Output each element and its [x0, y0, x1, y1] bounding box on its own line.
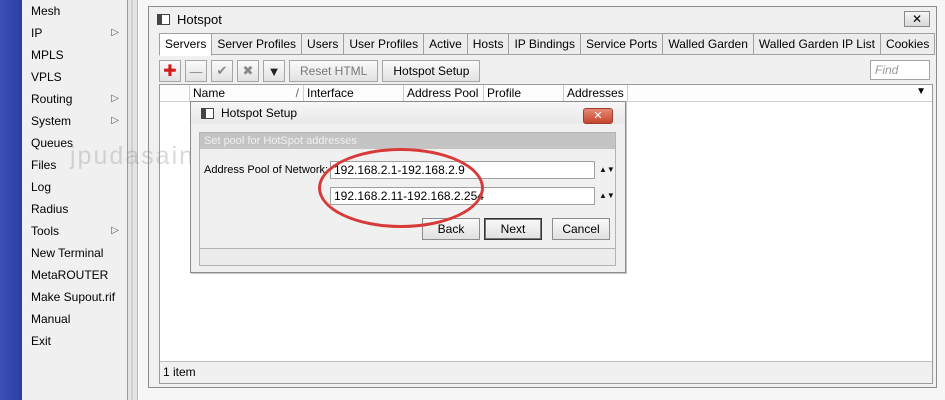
column-header-name[interactable]: Name /: [190, 85, 304, 101]
filter-icon[interactable]: ▼: [263, 60, 285, 82]
sidebar-item-ip[interactable]: IP ▷: [22, 22, 127, 44]
annotation-circle: [318, 148, 484, 228]
address-pool-label: Address Pool of Network:: [204, 164, 329, 176]
column-header-profile[interactable]: Profile: [484, 85, 564, 101]
remove-icon[interactable]: —: [185, 60, 207, 82]
sort-icon: /: [295, 86, 299, 100]
dialog-titlebar[interactable]: Hotspot Setup: [191, 102, 625, 124]
sidebar-item-radius[interactable]: Radius: [22, 198, 127, 220]
tab-bar: Servers Server Profiles Users User Profi…: [159, 33, 936, 56]
sidebar-item-new-terminal[interactable]: New Terminal: [22, 242, 127, 264]
tab-users[interactable]: Users: [302, 33, 345, 55]
tab-ip-bindings[interactable]: IP Bindings: [509, 33, 581, 55]
tab-servers[interactable]: Servers: [159, 33, 213, 56]
tab-walled-garden-ip-list[interactable]: Walled Garden IP List: [753, 33, 881, 55]
tab-active[interactable]: Active: [424, 33, 468, 55]
cancel-button[interactable]: Cancel: [552, 218, 610, 240]
sidebar-item-tools[interactable]: Tools ▷: [22, 220, 127, 242]
dialog-status-bar: [199, 248, 616, 266]
submenu-arrow-icon: ▷: [111, 225, 119, 236]
submenu-arrow-icon: ▷: [111, 115, 119, 126]
submenu-arrow-icon: ▷: [111, 27, 119, 38]
reset-html-button[interactable]: Reset HTML: [289, 60, 379, 82]
sidebar-item-exit[interactable]: Exit: [22, 330, 127, 352]
sidebar-menu: Mesh IP ▷ MPLS VPLS Routing ▷ System ▷ Queu…: [22, 0, 128, 400]
sidebar-splitter[interactable]: [128, 0, 138, 400]
sidebar-item-routing[interactable]: Routing ▷: [22, 88, 127, 110]
status-bar: 1 item: [160, 361, 932, 383]
submenu-arrow-icon: ▷: [111, 93, 119, 104]
column-header-addresses[interactable]: Addresses ...: [564, 85, 628, 101]
chevron-down-icon[interactable]: ▼: [916, 86, 926, 97]
add-icon[interactable]: ✚: [159, 60, 181, 82]
sidebar-item-make-supout[interactable]: Make Supout.rif: [22, 286, 127, 308]
table-header: Name / Interface Address Pool Profile Ad…: [160, 85, 932, 102]
sidebar-accent-strip: [0, 0, 22, 400]
sidebar-item-mesh[interactable]: Mesh: [22, 0, 127, 22]
close-icon[interactable]: ✕: [583, 108, 613, 124]
next-button[interactable]: Next: [484, 218, 542, 240]
tab-hosts[interactable]: Hosts: [467, 33, 510, 55]
sidebar-item-log[interactable]: Log: [22, 176, 127, 198]
dialog-title: Hotspot Setup: [221, 106, 298, 120]
row-marker-header: [160, 85, 190, 101]
sidebar-item-manual[interactable]: Manual: [22, 308, 127, 330]
close-icon[interactable]: ✕: [904, 11, 930, 27]
window-icon: [157, 13, 170, 25]
column-header-interface[interactable]: Interface: [304, 85, 404, 101]
spin-updown-icon[interactable]: ▲▼: [599, 166, 615, 174]
dialog-icon: [201, 107, 214, 119]
sidebar-item-metarouter[interactable]: MetaROUTER: [22, 264, 127, 286]
enable-icon[interactable]: ✔: [211, 60, 233, 82]
dialog-caption: Set pool for HotSpot addresses: [200, 133, 615, 149]
tab-service-ports[interactable]: Service Ports: [580, 33, 664, 55]
sidebar-item-mpls[interactable]: MPLS: [22, 44, 127, 66]
tab-server-profiles[interactable]: Server Profiles: [212, 33, 303, 55]
sidebar-item-system[interactable]: System ▷: [22, 110, 127, 132]
tab-cookies[interactable]: Cookies: [880, 33, 936, 55]
sidebar-item-vpls[interactable]: VPLS: [22, 66, 127, 88]
tab-walled-garden[interactable]: Walled Garden: [663, 33, 754, 55]
find-input[interactable]: Find: [870, 60, 930, 80]
disable-icon[interactable]: ✖: [237, 60, 259, 82]
toolbar: ✚ — ✔ ✖ ▼ Reset HTML Hotspot Setup Find: [159, 58, 934, 84]
window-title: Hotspot: [177, 11, 222, 27]
tab-user-profiles[interactable]: User Profiles: [344, 33, 425, 55]
window-titlebar[interactable]: Hotspot: [149, 7, 936, 31]
spin-updown-icon[interactable]: ▲▼: [599, 192, 615, 200]
column-header-address-pool[interactable]: Address Pool: [404, 85, 484, 101]
hotspot-setup-button[interactable]: Hotspot Setup: [382, 60, 481, 82]
